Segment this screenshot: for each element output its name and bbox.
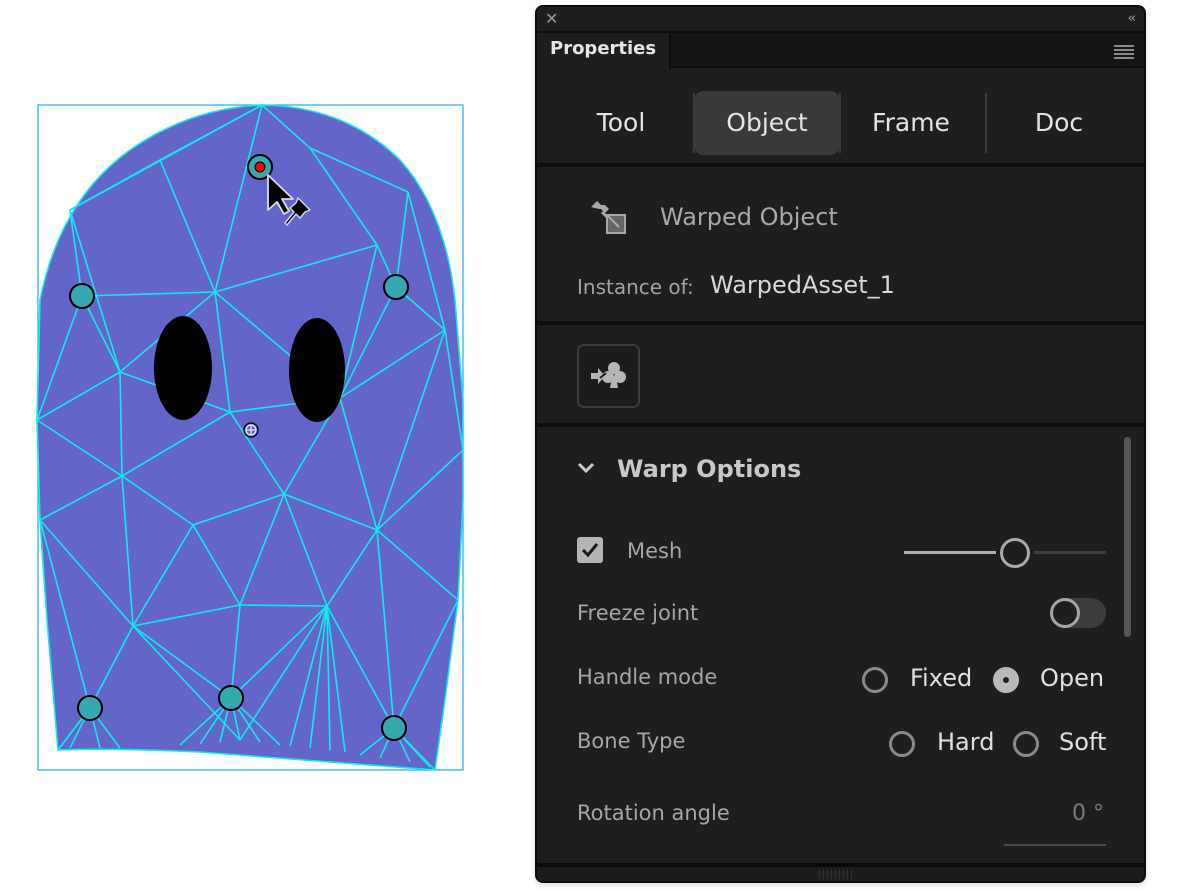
panel-menu-icon[interactable] [1114,45,1134,59]
warp-options-section: Warp Options Mesh Freeze joint Handle mo… [537,431,1144,869]
panel-titlebar: ✕ ‹‹ [537,7,1144,33]
slider-fill [904,551,996,554]
mode-tabs: Tool Object Frame Doc [537,69,1144,167]
mesh-label: Mesh [627,539,683,563]
close-icon[interactable]: ✕ [545,11,561,27]
warp-options-title[interactable]: Warp Options [617,455,801,483]
rotation-angle-underline [1004,844,1106,846]
handle-bottom-center[interactable] [218,685,244,711]
handle-bottom-left[interactable] [77,695,103,721]
bone-type-soft-radio[interactable] [1013,731,1039,757]
slider-thumb[interactable] [1000,538,1030,568]
mesh-density-slider[interactable] [904,535,1106,569]
handle-mode-label: Handle mode [577,665,718,689]
freeze-joint-label: Freeze joint [577,601,699,625]
handle-mode-fixed-label[interactable]: Fixed [910,664,972,692]
handle-mode-open-label[interactable]: Open [1040,664,1104,692]
bone-type-label: Bone Type [577,729,686,753]
handle-right[interactable] [383,274,409,300]
tab-frame[interactable]: Frame [839,91,983,155]
swap-symbol-icon [591,362,626,388]
rotation-angle-input[interactable]: 0 ° [1072,801,1104,826]
right-eye [289,318,345,422]
panel-resize-footer[interactable] [537,863,1144,881]
object-type-title: Warped Object [660,203,838,231]
handle-mode-fixed-radio[interactable] [862,667,888,693]
double-chevron-left-icon[interactable]: ‹‹ [1128,11,1137,27]
checkmark-icon [581,543,599,558]
handle-bottom-right[interactable] [381,715,407,741]
swap-symbol-button[interactable] [577,344,640,408]
mesh-checkbox[interactable] [577,537,603,563]
tab-object[interactable]: Object [695,91,839,155]
tab-doc[interactable]: Doc [987,91,1131,155]
object-info-section: Warped Object Instance of: WarpedAsset_1 [537,171,1144,325]
resize-grip-icon[interactable] [819,870,855,879]
bone-type-hard-radio[interactable] [889,731,915,757]
tab-properties[interactable]: Properties [537,33,671,69]
bone-type-hard-label[interactable]: Hard [937,728,994,756]
properties-panel: ✕ ‹‹ Properties Tool Object Frame Doc Wa… [535,5,1146,883]
tab-tool[interactable]: Tool [549,91,693,155]
slider-track [1034,551,1106,554]
warped-object-icon [591,201,626,234]
handle-mode-open-radio[interactable] [993,667,1019,693]
registration-point-icon[interactable] [243,422,259,438]
chevron-down-icon[interactable] [577,461,595,475]
warped-object-artwork[interactable] [0,0,500,890]
freeze-joint-toggle[interactable] [1050,598,1106,628]
instance-of-value[interactable]: WarpedAsset_1 [710,271,895,299]
handle-left[interactable] [69,283,95,309]
swap-section [537,329,1144,427]
toggle-knob [1050,598,1080,628]
panel-tabbar: Properties [537,33,1144,69]
left-eye [154,316,212,420]
stage-canvas[interactable] [0,0,500,890]
instance-of-label: Instance of: [577,275,694,299]
panel-scrollbar[interactable] [1124,437,1131,637]
active-handle-dot [254,161,266,173]
mesh-edge [239,604,328,607]
rotation-angle-label: Rotation angle [577,801,730,825]
bone-type-soft-label[interactable]: Soft [1059,728,1106,756]
